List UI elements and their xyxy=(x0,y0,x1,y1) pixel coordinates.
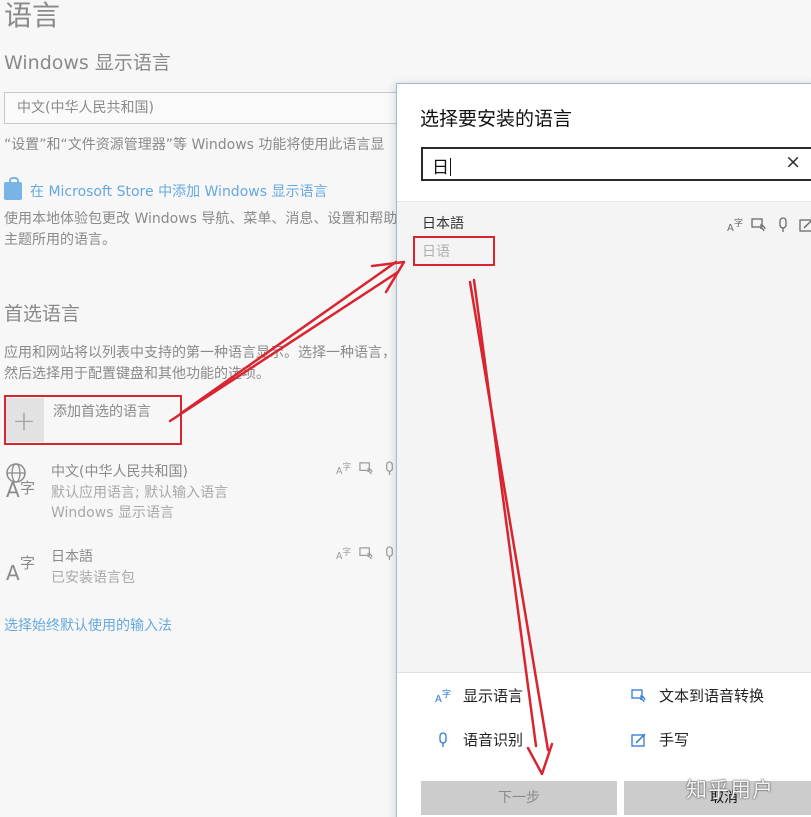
speech-icon xyxy=(386,461,393,476)
display-language-dropdown[interactable]: 中文(中华人民共和国) xyxy=(4,92,404,124)
speech-icon xyxy=(386,546,393,561)
display-language-icon: A字 xyxy=(727,217,743,233)
display-language-icon: A字 xyxy=(435,688,451,704)
legend-speech: 语音识别 xyxy=(435,729,523,750)
legend-text-to-speech: 文本到语音转换 xyxy=(631,685,764,706)
screenshot-root: 语言 Windows 显示语言 中文(中华人民共和国) “设置”和“文件资源管理… xyxy=(0,0,811,817)
divider xyxy=(397,672,811,673)
store-icon xyxy=(4,177,22,200)
display-language-icon: A字 xyxy=(336,461,351,476)
svg-text:字: 字 xyxy=(343,546,351,556)
language-details-2: Windows 显示语言 xyxy=(51,505,174,521)
language-details: 已安装语言包 xyxy=(51,570,135,586)
display-language-note: “设置”和“文件资源管理器”等 Windows 功能将使用此语言显 xyxy=(4,137,385,153)
text-to-speech-icon xyxy=(751,218,766,232)
display-language-heading: Windows 显示语言 xyxy=(4,52,171,74)
input-method-link[interactable]: 选择始终默认使用的输入法 xyxy=(4,615,172,635)
handwriting-icon xyxy=(799,219,811,232)
preferred-languages-description: 应用和网站将以列表中支持的第一种语言显示。选择一种语言，然后选择用于配置键盘和其… xyxy=(4,345,396,382)
language-name: 中文(中华人民共和国) xyxy=(51,464,188,480)
handwriting-icon xyxy=(631,732,646,747)
legend-label: 显示语言 xyxy=(463,687,524,705)
language-result-list[interactable]: 日本語 日语 A字 xyxy=(397,202,811,672)
text-to-speech-icon xyxy=(631,688,646,702)
legend-label: 文本到语音转换 xyxy=(659,687,765,705)
watermark: 知乎用户 xyxy=(686,778,774,802)
annotation-box-result xyxy=(413,236,495,266)
legend-display-language: A字 显示语言 xyxy=(435,685,523,706)
store-link-label: 在 Microsoft Store 中添加 Windows 显示语言 xyxy=(30,184,328,200)
language-icon: A 字 xyxy=(6,463,35,501)
install-language-dialog: 选择要安装的语言 日 × 日本語 日语 A字 A字 显示语言 文本到语音转换 语… xyxy=(396,83,811,817)
language-details: 默认应用语言; 默认输入语言 xyxy=(51,485,229,501)
language-feature-icons: A字 xyxy=(336,546,397,561)
legend-label: 语音识别 xyxy=(463,731,524,749)
legend-label: 手写 xyxy=(659,731,690,749)
next-button[interactable]: 下一步 xyxy=(421,781,617,815)
close-icon[interactable]: × xyxy=(785,151,801,173)
store-link[interactable]: 在 Microsoft Store 中添加 Windows 显示语言 xyxy=(4,177,328,201)
annotation-box-add-language xyxy=(4,395,182,445)
preferred-languages-heading: 首选语言 xyxy=(4,303,81,325)
result-feature-icons: A字 xyxy=(727,217,811,233)
svg-text:A: A xyxy=(727,223,734,233)
text-to-speech-icon xyxy=(359,547,373,560)
language-name: 日本語 xyxy=(51,549,93,565)
legend-handwriting: 手写 xyxy=(631,729,689,750)
svg-text:A: A xyxy=(6,478,20,501)
svg-text:字: 字 xyxy=(442,688,451,700)
svg-text:字: 字 xyxy=(343,461,351,471)
page-title: 语言 xyxy=(4,0,61,32)
speech-icon xyxy=(779,217,787,232)
dialog-title: 选择要安装的语言 xyxy=(420,108,573,130)
svg-text:字: 字 xyxy=(20,554,35,572)
store-description: 使用本地体验包更改 Windows 导航、菜单、消息、设置和帮助主题所用的语言。 xyxy=(4,211,398,248)
speech-icon xyxy=(439,731,447,747)
svg-text:A: A xyxy=(6,561,20,585)
text-to-speech-icon xyxy=(359,462,373,475)
language-item-chinese[interactable]: A 字 中文(中华人民共和国) 默认应用语言; 默认输入语言 Windows 显… xyxy=(4,461,399,521)
result-language-name[interactable]: 日本語 xyxy=(422,213,464,233)
svg-text:字: 字 xyxy=(734,217,743,229)
language-item-japanese[interactable]: A 字 日本語 已安装语言包 A字 xyxy=(4,546,399,591)
display-language-icon: A字 xyxy=(336,546,351,561)
svg-text:字: 字 xyxy=(20,479,35,497)
language-icon: A 字 xyxy=(6,554,35,585)
svg-text:A: A xyxy=(435,694,442,704)
search-value: 日 xyxy=(432,158,451,178)
language-feature-icons: A字 xyxy=(336,461,397,476)
language-search-input[interactable]: 日 × xyxy=(421,147,811,181)
